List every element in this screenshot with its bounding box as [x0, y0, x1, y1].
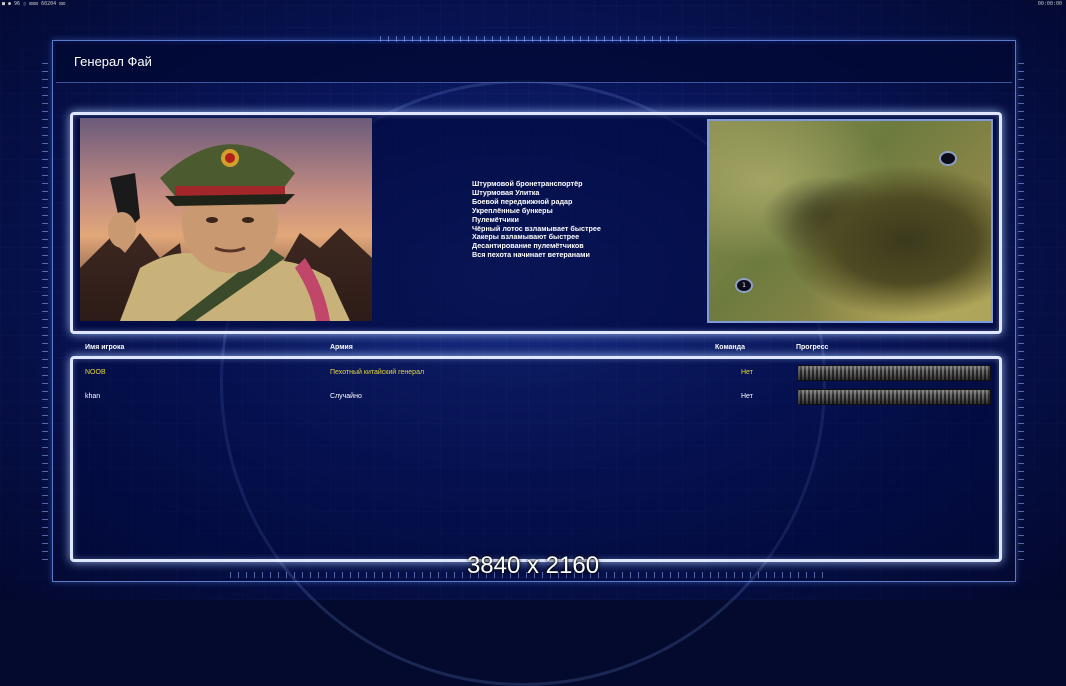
header-player-name: Имя игрока — [85, 344, 125, 351]
player-army: Пехотный китайский генерал — [330, 369, 425, 376]
page-title: Генерал Фай — [74, 54, 152, 69]
title-bar — [56, 44, 1012, 83]
player-name: NOOB — [85, 369, 106, 376]
player-name: khan — [85, 393, 101, 400]
top-left-status: ■ ● 96 ▯ ⊡⊡⊡ 60204 ⊡⊡ — [2, 1, 66, 7]
general-portrait-image — [80, 144, 372, 321]
feature-item: Вся пехота начинает ветеранами — [472, 250, 590, 260]
player-team: Нет — [741, 369, 753, 376]
header-progress: Прогресс — [796, 344, 829, 351]
general-portrait — [80, 118, 372, 321]
minimap: 1 — [707, 119, 993, 323]
player-progress-bar — [797, 365, 991, 381]
player-team: Нет — [741, 393, 753, 400]
players-panel — [70, 356, 1002, 562]
resolution-watermark: 3840 x 2160 — [466, 552, 600, 579]
map-start-marker: 1 — [735, 278, 753, 293]
right-ruler — [1018, 60, 1024, 560]
player-progress-bar — [797, 389, 991, 405]
header-army: Армия — [330, 344, 353, 351]
player-army: Случайно — [330, 393, 362, 400]
top-ruler — [380, 36, 680, 42]
map-start-marker — [939, 151, 957, 166]
general-features-list: Штурмовой бронетранспортёр Штурмовая Ули… — [472, 179, 601, 260]
top-right-clock: 00:00:00 — [1037, 1, 1062, 7]
left-ruler — [42, 60, 48, 560]
header-team: Команда — [715, 344, 745, 351]
